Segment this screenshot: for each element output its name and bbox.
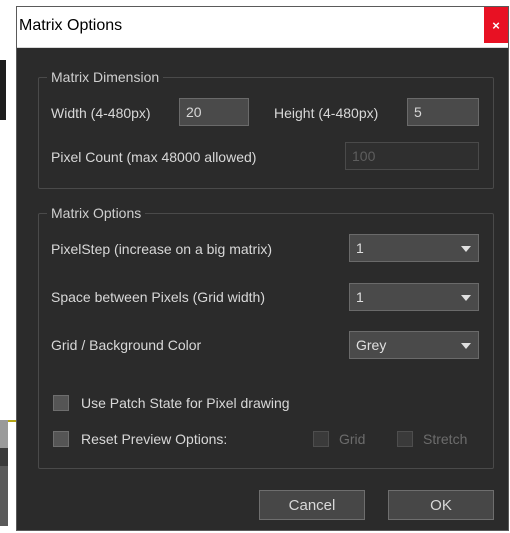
pixelstep-label: PixelStep (increase on a big matrix) bbox=[51, 241, 272, 257]
pixelstep-select[interactable]: 1 bbox=[349, 234, 479, 262]
close-icon: × bbox=[492, 17, 500, 33]
reset-preview-label[interactable]: Reset Preview Options: bbox=[81, 431, 227, 447]
background-strip bbox=[0, 466, 8, 526]
spacing-value: 1 bbox=[356, 289, 364, 305]
chevron-down-icon bbox=[461, 295, 471, 301]
title-bar[interactable]: Matrix Options × bbox=[17, 7, 508, 48]
spacing-label: Space between Pixels (Grid width) bbox=[51, 289, 265, 305]
color-select[interactable]: Grey bbox=[349, 331, 479, 359]
matrix-options-group: Matrix Options PixelStep (increase on a … bbox=[38, 205, 494, 469]
color-label: Grid / Background Color bbox=[51, 337, 202, 353]
patch-state-checkbox[interactable] bbox=[53, 395, 69, 411]
chevron-down-icon bbox=[461, 246, 471, 252]
color-value: Grey bbox=[356, 337, 387, 353]
height-label: Height (4-480px) bbox=[274, 105, 379, 121]
reset-preview-checkbox[interactable] bbox=[53, 431, 69, 447]
pixelstep-value: 1 bbox=[356, 240, 364, 256]
stretch-label: Stretch bbox=[423, 431, 468, 447]
matrix-options-dialog: Matrix Options × Matrix Dimension Width … bbox=[16, 6, 509, 531]
height-input[interactable]: 5 bbox=[407, 98, 479, 126]
width-label: Width (4-480px) bbox=[51, 105, 151, 121]
pixel-count-label: Pixel Count (max 48000 allowed) bbox=[51, 149, 257, 165]
spacing-select[interactable]: 1 bbox=[349, 283, 479, 311]
patch-state-label[interactable]: Use Patch State for Pixel drawing bbox=[81, 395, 290, 411]
background-strip bbox=[0, 420, 8, 448]
background-strip bbox=[0, 60, 6, 120]
pixel-count-field: 100 bbox=[345, 142, 479, 170]
ok-button[interactable]: OK bbox=[388, 490, 494, 520]
group-legend: Matrix Options bbox=[47, 205, 146, 221]
stretch-checkbox[interactable] bbox=[397, 431, 413, 447]
background-window bbox=[0, 0, 16, 533]
close-button[interactable]: × bbox=[484, 7, 508, 43]
width-input[interactable]: 20 bbox=[179, 98, 249, 126]
chevron-down-icon bbox=[461, 343, 471, 349]
matrix-dimension-group: Matrix Dimension Width (4-480px) 20 Heig… bbox=[38, 69, 494, 189]
background-strip bbox=[0, 448, 8, 466]
dialog-title: Matrix Options bbox=[19, 17, 123, 34]
grid-checkbox[interactable] bbox=[313, 431, 329, 447]
grid-label: Grid bbox=[339, 431, 366, 447]
cancel-button[interactable]: Cancel bbox=[259, 490, 365, 520]
group-legend: Matrix Dimension bbox=[47, 69, 164, 85]
